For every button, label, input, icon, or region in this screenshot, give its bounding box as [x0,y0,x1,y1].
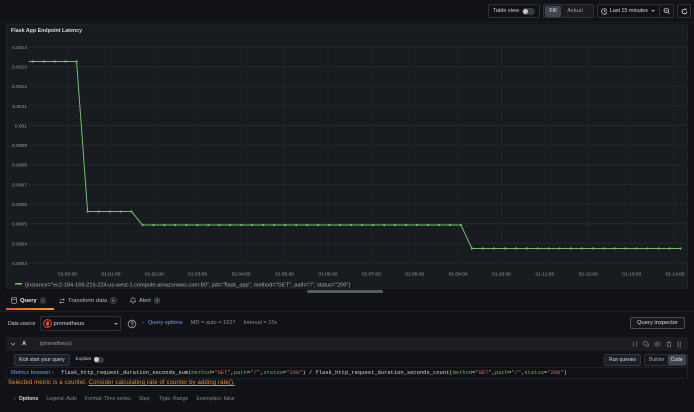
svg-text:0.0013: 0.0013 [12,65,27,71]
svg-text:01:05:00: 01:05:00 [275,272,294,278]
svg-text:0.0011: 0.0011 [12,104,27,110]
svg-text:01:03:00: 01:03:00 [188,272,207,278]
svg-text:01:07:00: 01:07:00 [362,272,381,278]
svg-text:{instance="ec2-184-169-216-224: {instance="ec2-184-169-216-224.us-west-1… [25,282,351,288]
svg-text:01:09:00: 01:09:00 [449,272,468,278]
svg-text:01:02:00: 01:02:00 [145,272,164,278]
svg-text:01:00:00: 01:00:00 [58,272,77,278]
svg-text:01:11:00: 01:11:00 [536,272,555,278]
svg-text:01:10:00: 01:10:00 [492,272,511,278]
svg-text:01:04:00: 01:04:00 [232,272,251,278]
svg-text:01:06:00: 01:06:00 [318,272,337,278]
svg-text:0.0006: 0.0006 [12,202,27,208]
svg-text:01:08:00: 01:08:00 [405,272,424,278]
svg-text:01:01:00: 01:01:00 [101,272,120,278]
svg-text:0.001: 0.001 [15,123,28,129]
svg-text:01:12:00: 01:12:00 [579,272,598,278]
svg-text:0.0007: 0.0007 [12,182,27,188]
svg-text:0.0012: 0.0012 [12,84,27,90]
svg-text:0.0003: 0.0003 [12,261,27,267]
svg-text:0.0008: 0.0008 [12,163,27,169]
svg-text:0.0014: 0.0014 [12,45,27,51]
svg-text:01:13:00: 01:13:00 [622,272,641,278]
svg-text:0.0009: 0.0009 [12,143,27,149]
svg-text:01:14:00: 01:14:00 [666,272,685,278]
svg-text:0.0005: 0.0005 [12,222,27,228]
svg-text:0.0004: 0.0004 [12,241,27,247]
